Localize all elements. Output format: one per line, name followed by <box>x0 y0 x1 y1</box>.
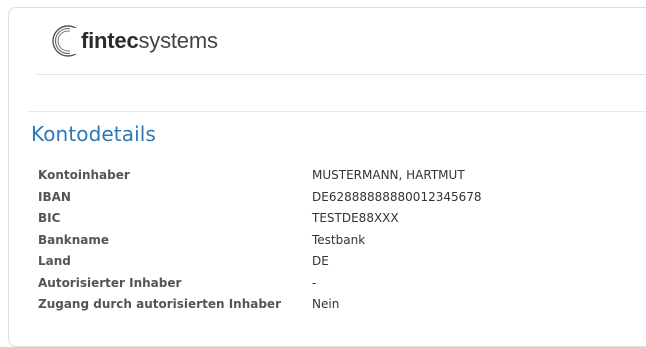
detail-row: Autorisierter Inhaber - <box>38 273 482 295</box>
section-title: Kontodetails <box>31 122 156 146</box>
detail-label: IBAN <box>38 189 71 204</box>
detail-label: BIC <box>38 211 61 225</box>
detail-value: DE62888888880012345678 <box>312 189 482 204</box>
header: fintecsystems <box>37 8 646 75</box>
detail-row: BIC TESTDE88XXX <box>38 208 482 230</box>
detail-label: Land <box>38 254 71 268</box>
detail-value: Nein <box>312 297 340 311</box>
fintecsystems-logo-icon <box>52 25 85 57</box>
detail-row: Zugang durch autorisierten Inhaber Nein <box>38 294 482 316</box>
detail-row: Land DE <box>38 251 482 273</box>
detail-label: Kontoinhaber <box>38 168 130 182</box>
detail-value: - <box>312 275 317 290</box>
logo-text-bold: fintec <box>81 28 139 53</box>
fintecsystems-logo: fintecsystems <box>51 24 218 58</box>
detail-row: Bankname Testbank <box>38 230 482 252</box>
detail-row: Kontoinhaber MUSTERMANN, HARTMUT <box>38 165 482 187</box>
detail-value: MUSTERMANN, HARTMUT <box>312 168 465 182</box>
detail-value: Testbank <box>312 232 366 247</box>
logo-text-light: systems <box>138 28 218 53</box>
detail-row: IBAN DE62888888880012345678 <box>38 187 482 209</box>
detail-value: DE <box>312 254 329 268</box>
logo-text: fintecsystems <box>81 28 218 54</box>
detail-label: Zugang durch autorisierten Inhaber <box>38 297 281 311</box>
account-details-body: Kontoinhaber MUSTERMANN, HARTMUT IBAN DE628… <box>38 165 482 316</box>
detail-label: Autorisierter Inhaber <box>38 275 182 290</box>
detail-label: Bankname <box>38 232 110 247</box>
account-details-table: Kontoinhaber MUSTERMANN, HARTMUT IBAN DE628… <box>38 165 482 316</box>
section-divider <box>28 111 646 112</box>
detail-value: TESTDE88XXX <box>312 211 399 225</box>
